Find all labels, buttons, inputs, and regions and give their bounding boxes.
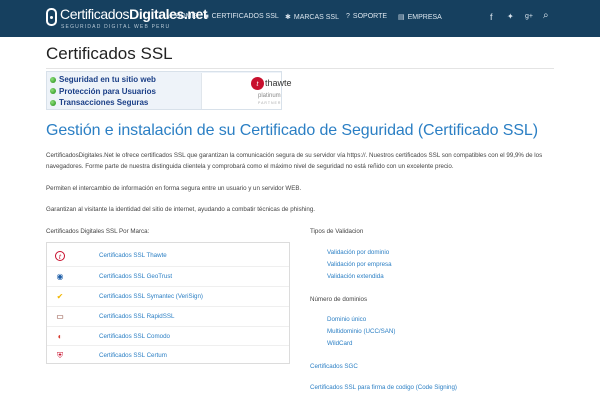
brand-row[interactable]: ◉ Certificados SSL GeoTrust [47,266,289,286]
green-bullet-icon [50,99,56,106]
brand-row[interactable]: ✔ Certificados SSL Symantec (VeriSign) [47,286,289,306]
brand-link[interactable]: Certificados SSL Comodo [99,333,170,340]
green-bullet-icon [50,76,56,83]
lock-icon: ■ [205,13,209,20]
section-heading: Gestión e instalación de su Certificado … [46,122,538,139]
home-icon: ⌂ [168,13,173,20]
nav-item-certificados-ssl[interactable]: ■ CERTIFICADOS SSL [205,13,279,20]
thawte-partner-logo: t thawte platinum PARTNER [201,73,292,109]
brand-link[interactable]: Certificados SSL GeoTrust [99,273,172,280]
brand-row[interactable]: ▭ Certificados SSL RapidSSL [47,306,289,326]
nav-item-label: HOME [175,13,197,20]
geotrust-icon: ◉ [56,272,64,281]
validation-title: Tipos de Validacion [310,228,364,235]
comodo-icon: ◐ [57,332,63,341]
brand-link[interactable]: Certificados SSL Symantec (VeriSign) [99,293,203,300]
nav-item-label: EMPRESA [407,13,442,21]
banner-feature: Protección para Usuarios [50,86,156,98]
padlock-icon [46,8,57,26]
nav-item-label: SOPORTE [352,13,388,20]
partner-label: PARTNER [258,101,282,105]
nav-item-home[interactable]: ⌂ HOME [168,13,196,20]
nav-item-label: CERTIFICADOS SSL [211,13,279,20]
certum-icon: ⛨ [57,351,63,360]
brand-row[interactable]: ◐ Certificados SSL Comodo [47,326,289,346]
validation-link[interactable]: Validación por empresa [327,261,392,268]
thawte-wordmark: thawte [265,78,292,88]
page-title: Certificados SSL [46,44,173,63]
brand-row[interactable]: t Certificados SSL Thawte [47,246,289,266]
googleplus-icon[interactable]: g+ [525,13,533,20]
domains-link[interactable]: Dominio único [327,316,366,323]
twitter-icon[interactable]: ✦ [507,12,514,21]
benefit-paragraph: Garantizan al visitante la identidad del… [46,206,315,213]
symantec-icon: ✔ [56,292,64,301]
nav-item-empresa[interactable]: ▤ EMPRESA [398,13,442,22]
document-icon: ▤ [398,14,405,21]
brands-title: Certificados Digitales SSL Por Marca: [46,228,150,235]
promo-banner[interactable]: Seguridad en tu sitio web Protección par… [46,71,292,110]
code-signing-link[interactable]: Certificados SSL para firma de codigo (C… [310,384,457,391]
partner-tier: platinum [258,93,281,99]
thawte-icon: t [55,251,65,261]
validation-link[interactable]: Validación extendida [327,273,384,280]
validation-link[interactable]: Validación por dominio [327,249,389,256]
sgc-link[interactable]: Certificados SGC [310,363,358,370]
domains-title: Número de dominios [310,296,368,303]
brands-table: t Certificados SSL Thawte ◉ Certificados… [46,242,290,364]
banner-feature-list: Seguridad en tu sitio web Protección par… [50,74,156,109]
facebook-icon[interactable]: f [490,12,493,22]
brand-link[interactable]: Certificados SSL Certum [99,352,167,359]
nav-item-label: MARCAS SSL [293,13,339,21]
top-navigation-bar: CertificadosDigitales.net SEGURIDAD DIGI… [0,0,600,37]
domains-link[interactable]: Multidominio (UCC/SAN) [327,328,395,335]
rapidssl-icon: ▭ [56,312,64,321]
thawte-logo-icon: t [251,77,264,90]
green-bullet-icon [50,88,56,95]
nav-item-soporte[interactable]: ? SOPORTE [346,13,387,20]
search-icon[interactable]: ⌕ [543,10,549,21]
gear-icon: ✱ [285,14,291,21]
nav-item-marcas-ssl[interactable]: ✱ MARCAS SSL [285,13,339,22]
question-icon: ? [346,13,350,20]
brand-link[interactable]: Certificados SSL Thawte [99,252,167,259]
domains-link[interactable]: WildCard [327,340,352,347]
banner-feature: Transacciones Seguras [50,97,156,109]
banner-feature: Seguridad en tu sitio web [50,74,156,86]
brand-link[interactable]: Certificados SSL RapidSSL [99,313,174,320]
benefit-paragraph: Permiten el intercambio de información e… [46,185,302,192]
logo-tagline: SEGURIDAD DIGITAL WEB PERU [61,24,171,30]
title-divider [46,68,554,69]
brand-row[interactable]: ⛨ Certificados SSL Certum [47,345,289,365]
intro-paragraph: CertificadosDigitales.Net le ofrece cert… [46,152,543,170]
